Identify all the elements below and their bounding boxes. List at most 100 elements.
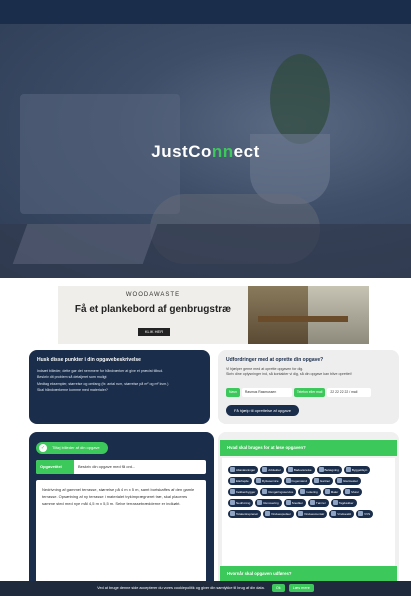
category-icon [262, 489, 268, 494]
category-label: Badeværelse [293, 468, 312, 472]
category-icon [230, 511, 235, 516]
category-chip[interactable]: Arkitekter [260, 466, 284, 474]
category-icon [287, 467, 293, 472]
logo-text-accent: nn [211, 142, 234, 161]
category-icon [262, 467, 268, 472]
name-label: Navn [226, 388, 240, 397]
category-chip[interactable]: Vinduespudser [263, 510, 294, 518]
help-line: Skriv dine oplysninger ind, så kontakter… [226, 372, 352, 376]
category-icon [345, 489, 351, 494]
category-icon [358, 511, 364, 516]
category-label: Tagdækker [338, 501, 354, 505]
hero-photo-plant [270, 54, 330, 144]
woodawaste-ad-banner[interactable]: WOODAWASTE Få et plankebord af genbrugst… [58, 286, 369, 344]
name-field[interactable]: Rasmus Rasmussen [241, 388, 292, 397]
category-chip[interactable]: Snedker [283, 499, 306, 507]
category-label: Byggetilsyn [351, 468, 368, 472]
tips-title: Husk disse punkter i din opgavebeskrivel… [37, 357, 141, 363]
category-chip[interactable]: Nedrivning [228, 499, 254, 507]
category-label: Rengøringsservice [268, 490, 294, 494]
category-chip[interactable]: VVS [356, 510, 374, 518]
category-icon [230, 467, 235, 472]
category-label: Murer [351, 490, 360, 494]
category-chip[interactable]: Vinduesmontør [295, 510, 328, 518]
category-chip[interactable]: Altanløsninger [228, 466, 259, 474]
tips-line: Skal håndværkerne komme med materialer? [37, 388, 108, 393]
category-label: Vindueskit [337, 512, 352, 516]
category-chip[interactable]: Elarbejde [228, 477, 252, 485]
hero-banner: JustConnect [0, 24, 411, 278]
when-title: Hvornår skal opgaven udføres? [220, 566, 397, 582]
category-icon [230, 489, 235, 494]
subject-label: Opgavetitel [36, 460, 74, 474]
description-tips-card: Husk disse punkter i din opgavebeskrivel… [29, 350, 210, 424]
category-label: Belægning [324, 468, 339, 472]
categories-panel: Hvad skal bruges for at løse opgaven? Al… [218, 432, 399, 596]
category-chip[interactable]: Maler [322, 488, 342, 496]
category-icon [265, 511, 271, 516]
cookie-ok-button[interactable]: Ok [271, 584, 285, 592]
check-icon: ✓ [39, 444, 47, 452]
category-label: Køkkenbygger [236, 490, 256, 494]
category-label: Tømrer [315, 501, 326, 505]
category-icon [313, 478, 319, 483]
help-title: Udfordringer med at oprette din opgave? [226, 357, 324, 363]
category-icon [255, 478, 261, 483]
categories-title: Hvad skal bruges for at løse opgaven? [220, 440, 397, 456]
category-chip[interactable]: Rengøringsservice [260, 488, 297, 496]
category-icon [331, 511, 337, 516]
cookie-read-more-button[interactable]: Læs mere [288, 584, 314, 592]
category-chip[interactable]: Byggetilsyn [343, 466, 371, 474]
subject-field[interactable]: Opgavetitel Beskriv din opgave med få or… [36, 460, 206, 474]
ad-brand: WOODAWASTE [125, 292, 181, 298]
category-label: Gartner [319, 479, 331, 483]
category-chip[interactable]: Renovering [255, 499, 282, 507]
category-label: Flytteservice [261, 479, 279, 483]
category-icon [297, 511, 303, 516]
category-label: Maler [330, 490, 339, 494]
hero-photo-papers [12, 224, 158, 264]
category-chip[interactable]: Glarmester [335, 477, 361, 485]
category-icon [230, 478, 235, 483]
category-icon [285, 478, 291, 483]
task-form-panel: ✓ Tilføj billeder af din opgave Opgaveti… [29, 432, 214, 596]
category-icon [300, 489, 306, 494]
category-chip[interactable]: Belægning [316, 466, 342, 474]
category-icon [337, 478, 343, 483]
category-chip[interactable]: Tømrer [307, 499, 329, 507]
category-chip[interactable]: Isolering [298, 488, 321, 496]
add-images-button[interactable]: ✓ Tilføj billeder af din opgave [36, 442, 108, 454]
categories-list: Altanløsninger Arkitekter Badeværelse Belæg… [222, 458, 395, 583]
category-label: Renovering [263, 501, 279, 505]
ad-image-table [248, 286, 308, 344]
justconnect-logo[interactable]: JustConnect [0, 142, 411, 162]
category-label: Glarmester [343, 479, 358, 483]
add-images-label: Tilføj billeder af din opgave [52, 445, 100, 450]
ad-headline: Få et plankebord af genbrugstræ [74, 304, 232, 315]
category-label: Totalentreprenør [236, 512, 259, 516]
category-chip[interactable]: Køkkenbygger [228, 488, 259, 496]
description-textarea[interactable]: Nedrivning af gammel terrasse, størrelse… [36, 480, 206, 596]
category-chip[interactable]: Murer [343, 488, 363, 496]
category-chip[interactable]: Gartner [311, 477, 334, 485]
category-chip[interactable]: Badeværelse [285, 466, 315, 474]
category-chip[interactable]: Flytteservice [253, 477, 282, 485]
ad-image-tabletop [258, 316, 348, 322]
category-icon [309, 500, 315, 505]
get-help-button[interactable]: Få hjælp til oprettelse af opgave [226, 405, 299, 416]
ad-cta-button[interactable]: KLIK HER [138, 328, 170, 336]
category-chip[interactable]: Vindueskit [329, 510, 355, 518]
category-chip[interactable]: Tagdækker [330, 499, 357, 507]
category-label: VVS [364, 512, 371, 516]
top-navigation-bar [0, 0, 411, 24]
category-icon [332, 500, 338, 505]
phone-field[interactable]: 22 22 22 22 / mail [327, 388, 372, 397]
category-chip[interactable]: Totalentreprenør [228, 510, 262, 518]
subject-placeholder: Beskriv din opgave med få ord... [78, 464, 136, 469]
ad-image-round-table [308, 286, 369, 344]
category-label: Vinduesmontør [303, 512, 325, 516]
category-chip[interactable]: Fugemænd [283, 477, 310, 485]
category-label: Vinduespudser [271, 512, 291, 516]
category-label: Arkitekter [268, 468, 281, 472]
logo-text-end: ect [233, 142, 260, 161]
